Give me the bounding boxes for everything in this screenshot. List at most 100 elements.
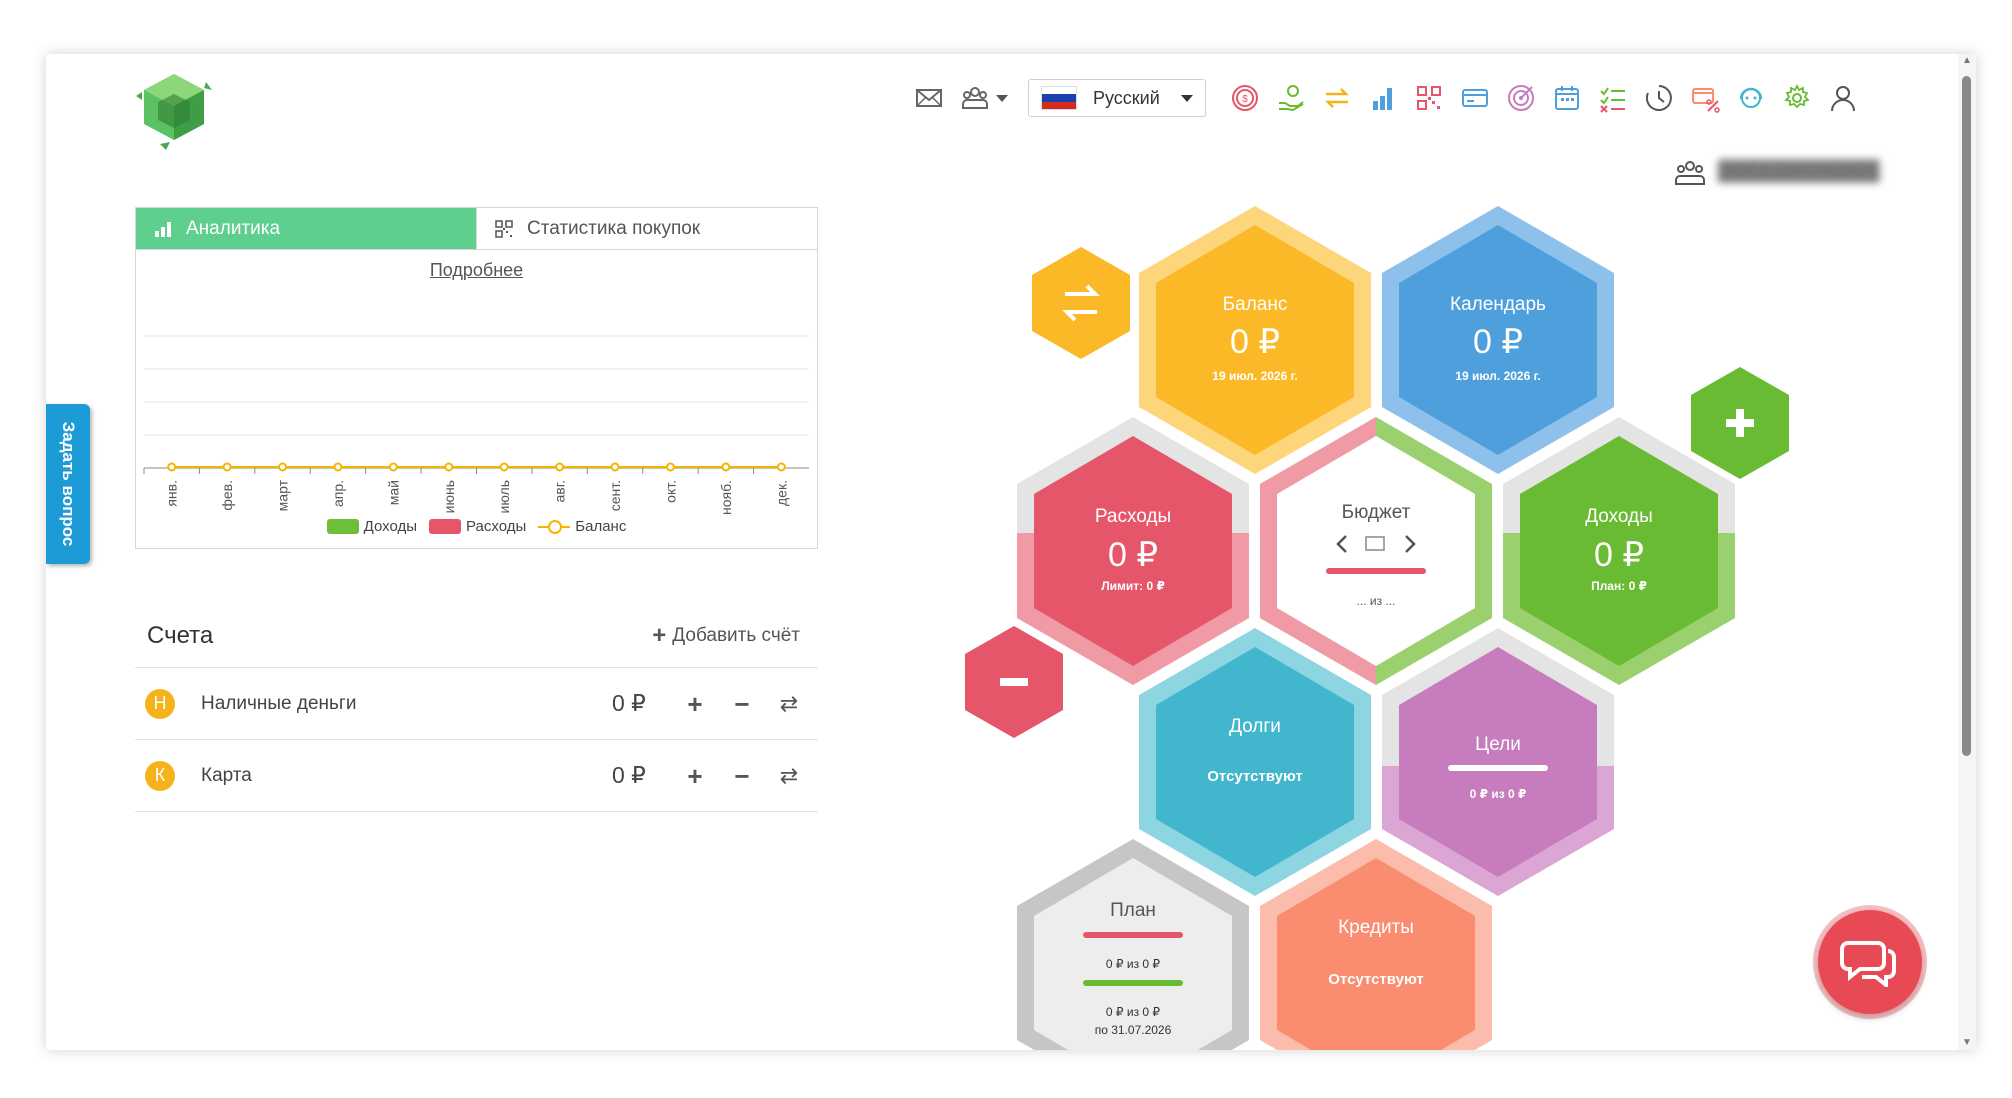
- add-expense-hex[interactable]: [965, 626, 1063, 738]
- app-window: Задать вопрос Русский $ ████████████ Ана…: [46, 54, 1976, 1050]
- chart-balance-point: [499, 462, 509, 472]
- hex-credits-status: Отсутствуют: [1328, 971, 1424, 988]
- add-account-label: Добавить счёт: [672, 624, 800, 646]
- bar-chart-icon: [155, 221, 171, 237]
- chart-x-tick-label: янв.: [164, 480, 180, 507]
- chart-balance-point: [388, 462, 398, 472]
- transfer-icon[interactable]: [1320, 81, 1354, 115]
- account-subtract-icon[interactable]: −: [729, 691, 755, 717]
- chart-balance-point: [444, 462, 454, 472]
- hex-balance-date: 19 июл. 2026 г.: [1212, 369, 1297, 383]
- tab-analytics-label: Аналитика: [186, 217, 281, 239]
- add-income-hex[interactable]: [1691, 367, 1789, 479]
- hex-balance[interactable]: Баланс 0 ₽ 19 июл. 2026 г.: [1139, 206, 1371, 474]
- users-dropdown-caret[interactable]: [996, 94, 1008, 102]
- account-add-icon[interactable]: +: [682, 691, 708, 717]
- ask-question-tab[interactable]: Задать вопрос: [46, 404, 90, 564]
- add-account-button[interactable]: + Добавить счёт: [652, 622, 800, 650]
- accounts-section: Счета + Добавить счёт Н Наличные деньги 0…: [135, 604, 818, 812]
- clock-icon[interactable]: [1642, 81, 1676, 115]
- hex-budget-title: Бюджет: [1342, 502, 1411, 523]
- legend-balance[interactable]: Баланс: [538, 518, 626, 535]
- minus-icon: [1000, 678, 1028, 686]
- language-selected: Русский: [1093, 87, 1160, 108]
- account-row-card[interactable]: К Карта 0 ₽ + − ⇄: [135, 740, 818, 812]
- plus-icon: +: [652, 621, 667, 649]
- logo-icon: [136, 74, 212, 150]
- account-subtract-icon[interactable]: −: [729, 763, 755, 789]
- chart-x-tick-label: авг.: [552, 480, 568, 503]
- hex-goals-progress: 0 ₽ из 0 ₽: [1470, 787, 1527, 801]
- calendar-icon[interactable]: [1550, 81, 1584, 115]
- qr-code-icon: [495, 219, 513, 238]
- scroll-up-icon[interactable]: ▲: [1961, 56, 1973, 66]
- hex-goals-title: Цели: [1475, 734, 1521, 755]
- analytics-chart: янв. фев. март апр. май июнь июль авг. сент. окт.…: [143, 335, 809, 514]
- account-transfer-icon[interactable]: ⇄: [776, 691, 802, 717]
- transfer-hex[interactable]: [1032, 247, 1130, 359]
- target-icon[interactable]: [1504, 81, 1538, 115]
- current-user[interactable]: ████████████: [1674, 158, 1880, 186]
- hex-budget-range: ... из ...: [1357, 594, 1396, 608]
- user-icon[interactable]: [1826, 81, 1860, 115]
- svg-text:$: $: [1242, 94, 1248, 105]
- chart-x-tick-label: сент.: [607, 480, 623, 511]
- chart-balance-point: [776, 462, 786, 472]
- chart-legend: Доходы Расходы Баланс: [136, 518, 817, 535]
- goals-progress-bar: [1448, 765, 1548, 771]
- qr-code-icon[interactable]: [1412, 81, 1446, 115]
- settings-icon[interactable]: [1780, 81, 1814, 115]
- chart-x-tick-label: июль: [496, 480, 512, 513]
- account-row-cash[interactable]: Н Наличные деньги 0 ₽ + − ⇄: [135, 668, 818, 740]
- user-name-blurred: ████████████: [1718, 161, 1880, 182]
- legend-swatch-balance: [538, 519, 571, 534]
- hex-calendar-title: Календарь: [1450, 294, 1546, 315]
- hex-income-amount: 0 ₽: [1594, 536, 1644, 574]
- bar-chart-icon[interactable]: [1366, 81, 1400, 115]
- support-icon[interactable]: [1734, 81, 1768, 115]
- hand-money-icon[interactable]: [1274, 81, 1308, 115]
- chat-icon: [1840, 941, 1896, 987]
- logo[interactable]: [132, 68, 216, 152]
- hex-goals[interactable]: Цели 0 ₽ из 0 ₽: [1382, 628, 1614, 896]
- coins-icon[interactable]: $: [1228, 81, 1262, 115]
- account-transfer-icon[interactable]: ⇄: [776, 763, 802, 789]
- legend-income[interactable]: Доходы: [326, 518, 417, 535]
- hex-income[interactable]: Доходы 0 ₽ План: 0 ₽: [1503, 417, 1735, 685]
- chart-balance-point: [555, 462, 565, 472]
- ask-question-label: Задать вопрос: [59, 421, 78, 547]
- tab-analytics[interactable]: Аналитика: [136, 208, 476, 249]
- scrollbar-thumb[interactable]: [1962, 76, 1971, 756]
- hex-expenses-title: Расходы: [1095, 506, 1171, 527]
- account-actions: + − ⇄: [682, 691, 802, 717]
- chart-balance-point: [665, 462, 675, 472]
- tab-purchase-stats[interactable]: Статистика покупок: [476, 208, 817, 249]
- checklist-icon[interactable]: [1596, 81, 1630, 115]
- discount-card-icon[interactable]: [1688, 81, 1722, 115]
- legend-expenses[interactable]: Расходы: [429, 518, 526, 535]
- users-icon[interactable]: [958, 81, 992, 115]
- card-icon[interactable]: [1458, 81, 1492, 115]
- legend-balance-label: Баланс: [575, 518, 627, 535]
- chevron-down-icon: [1181, 94, 1193, 102]
- hex-income-plan: План: 0 ₽: [1591, 579, 1647, 593]
- chart-balance-point: [167, 462, 177, 472]
- language-select[interactable]: Русский: [1028, 79, 1206, 117]
- chart-x-tick-label: дек.: [773, 480, 789, 506]
- hex-debts[interactable]: Долги Отсутствуют: [1139, 628, 1371, 896]
- chat-button[interactable]: [1818, 910, 1922, 1014]
- plan-income-bar: [1083, 980, 1183, 986]
- hex-calendar-amount: 0 ₽: [1473, 323, 1523, 361]
- mail-icon[interactable]: [912, 81, 946, 115]
- hex-budget[interactable]: Бюджет ... из ...: [1260, 417, 1492, 685]
- hex-calendar-date: 19 июл. 2026 г.: [1455, 369, 1540, 383]
- chart-x-tick-label: май: [385, 480, 401, 505]
- hex-plan-date: по 31.07.2026: [1095, 1023, 1172, 1037]
- account-add-icon[interactable]: +: [682, 763, 708, 789]
- hex-expenses[interactable]: Расходы 0 ₽ Лимит: 0 ₽: [1017, 417, 1249, 685]
- more-link[interactable]: Подробнее: [136, 260, 817, 281]
- hex-calendar[interactable]: Календарь 0 ₽ 19 июл. 2026 г.: [1382, 206, 1614, 474]
- scroll-down-icon[interactable]: ▼: [1961, 1038, 1973, 1048]
- scrollbar[interactable]: ▲ ▼: [1958, 54, 1976, 1050]
- russia-flag-icon: [1041, 86, 1077, 110]
